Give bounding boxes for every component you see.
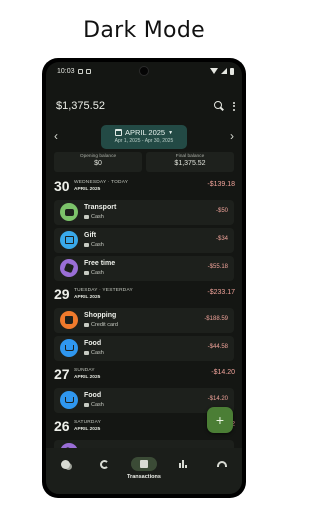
nav-transactions[interactable]: Transactions — [127, 457, 161, 480]
calendar-icon — [114, 129, 122, 136]
day-number: 29 — [54, 286, 70, 302]
app-bar: $1,375.52 — [46, 96, 242, 116]
promo-headline: Dark Mode — [83, 18, 205, 43]
transaction-amount: -$50 — [215, 208, 228, 214]
fun-icon — [60, 259, 78, 277]
signal-icon — [221, 68, 227, 74]
day-header: 30 WEDNESDAY · TODAY APRIL 2025 -$139.18 — [46, 176, 242, 198]
opening-balance-value: $0 — [94, 160, 102, 167]
transaction-amount: -$44.58 — [207, 344, 228, 350]
app-notification-icon — [85, 68, 91, 74]
transaction-item[interactable]: Food Cash -$14.20 — [54, 388, 234, 413]
categories-ring-icon — [100, 459, 110, 469]
transaction-account: Cash — [84, 402, 104, 408]
day-number: 26 — [54, 418, 70, 434]
total-balance: $1,375.52 — [56, 100, 105, 112]
period-selector: ‹ APRIL 2025 ▼ Apr 1, 2025 - Apr 30, 202… — [46, 125, 242, 151]
transaction-amount: -$188.59 — [204, 316, 228, 322]
app-screen: 10:03 $1,375.52 ‹ APRIL 2025 ▼ Apr 1, 20… — [46, 62, 242, 494]
transaction-item[interactable]: Transport Cash -$50 — [54, 200, 234, 225]
bottom-navigation: Transactions — [46, 448, 242, 494]
camera-cutout — [139, 66, 149, 76]
day-number: 27 — [54, 366, 70, 382]
day-name: WEDNESDAY · TODAY — [74, 180, 129, 185]
more-vert-icon[interactable] — [232, 101, 236, 111]
day-header: 27 SUNDAY APRIL 2025 -$14.20 — [46, 364, 242, 386]
day-total: -$14.20 — [211, 369, 235, 376]
opening-balance-label: Opening balance — [79, 154, 117, 159]
chart-bars-icon — [179, 460, 188, 468]
transaction-category: Free time — [84, 260, 116, 267]
wifi-icon — [210, 68, 218, 74]
wallet-icon — [84, 215, 89, 219]
opening-balance-card: Opening balance $0 — [54, 152, 142, 172]
dropdown-arrow-icon: ▼ — [168, 129, 174, 136]
bus-icon — [60, 203, 78, 221]
gauge-icon — [217, 461, 228, 467]
battery-icon — [230, 67, 234, 75]
transaction-category: Shopping — [84, 312, 117, 319]
nav-categories[interactable] — [88, 457, 122, 471]
transaction-account: Cash — [84, 270, 104, 276]
transaction-amount: -$55.18 — [207, 264, 228, 270]
wallet-icon — [84, 271, 89, 275]
day-month: APRIL 2025 — [74, 427, 101, 432]
final-balance-label: Final balance — [175, 154, 205, 159]
status-time: 10:03 — [57, 67, 75, 75]
transaction-category: Food — [84, 340, 102, 347]
day-name: SUNDAY — [74, 368, 95, 373]
settings-notification-icon — [77, 68, 83, 74]
day-month: APRIL 2025 — [74, 187, 101, 192]
wallet-icon — [84, 403, 89, 407]
promo-page: Dark Mode 10:03 $1,375.52 ‹ APRIL 2025 ▼… — [0, 0, 288, 512]
period-chip[interactable]: APRIL 2025 ▼ Apr 1, 2025 - Apr 30, 2025 — [101, 125, 187, 149]
wallet-icon — [84, 351, 89, 355]
coins-icon — [61, 459, 71, 469]
transaction-item[interactable] — [54, 440, 234, 448]
transaction-account: Cash — [84, 214, 104, 220]
transaction-item[interactable]: Free time Cash -$55.18 — [54, 256, 234, 281]
next-period-icon[interactable]: › — [230, 129, 234, 143]
day-month: APRIL 2025 — [74, 295, 101, 300]
nav-reports[interactable] — [166, 457, 200, 471]
credit-card-icon — [84, 323, 89, 327]
transactions-list-icon — [139, 460, 148, 468]
day-header: 29 TUESDAY · YESTERDAY APRIL 2025 -$233.… — [46, 284, 242, 306]
transaction-account: Credit card — [84, 322, 118, 328]
nav-accounts[interactable] — [49, 457, 83, 471]
transaction-category: Food — [84, 392, 102, 399]
period-range: Apr 1, 2025 - Apr 30, 2025 — [114, 138, 174, 144]
transaction-item[interactable]: Shopping Credit card -$188.59 — [54, 308, 234, 333]
day-name: SATURDAY — [74, 420, 102, 425]
balance-summary: Opening balance $0 Final balance $1,375.… — [54, 152, 234, 172]
transaction-account: Cash — [84, 350, 104, 356]
nav-budget[interactable] — [205, 457, 239, 471]
cart-icon — [60, 339, 78, 357]
final-balance-value: $1,375.52 — [174, 160, 206, 167]
transaction-item[interactable]: Gift Cash -$34 — [54, 228, 234, 253]
cart-icon — [60, 391, 78, 409]
transaction-account: Cash — [84, 242, 104, 248]
previous-period-icon[interactable]: ‹ — [54, 129, 58, 143]
day-name: TUESDAY · YESTERDAY — [74, 288, 133, 293]
day-total: -$233.17 — [207, 289, 235, 296]
period-title: APRIL 2025 — [124, 128, 166, 137]
transaction-category: Transport — [84, 204, 117, 211]
day-total: -$139.18 — [207, 181, 235, 188]
phone-frame: 10:03 $1,375.52 ‹ APRIL 2025 ▼ Apr 1, 20… — [42, 58, 246, 498]
search-icon[interactable] — [214, 101, 224, 111]
day-month: APRIL 2025 — [74, 375, 101, 380]
add-transaction-button[interactable]: + — [207, 407, 233, 433]
wallet-icon — [84, 243, 89, 247]
nav-transactions-label: Transactions — [127, 474, 161, 480]
day-number: 30 — [54, 178, 70, 194]
transaction-item[interactable]: Food Cash -$44.58 — [54, 336, 234, 361]
final-balance-card: Final balance $1,375.52 — [146, 152, 234, 172]
transaction-amount: -$14.20 — [207, 396, 228, 402]
transaction-category: Gift — [84, 232, 97, 239]
gift-icon — [60, 231, 78, 249]
shopping-bag-icon — [60, 311, 78, 329]
transaction-amount: -$34 — [215, 236, 228, 242]
